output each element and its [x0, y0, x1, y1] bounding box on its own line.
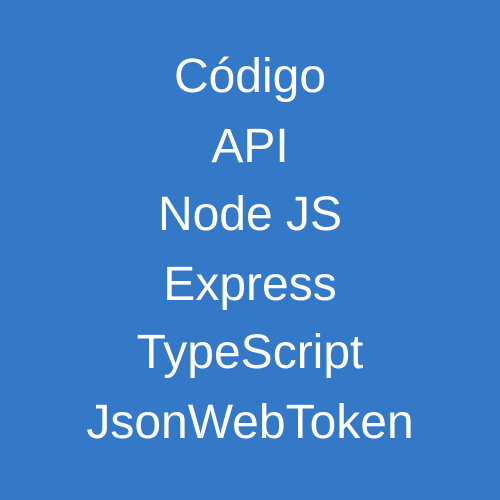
- text-line-api: API: [211, 120, 289, 173]
- text-line-codigo: Código: [173, 50, 327, 103]
- text-line-typescript: TypeScript: [136, 326, 364, 379]
- text-line-jsonwebtoken: JsonWebToken: [86, 396, 414, 449]
- text-line-node-js: Node JS: [157, 188, 343, 241]
- tag-card: Código API Node JS Express TypeScript Js…: [0, 0, 500, 500]
- text-line-express: Express: [163, 258, 337, 311]
